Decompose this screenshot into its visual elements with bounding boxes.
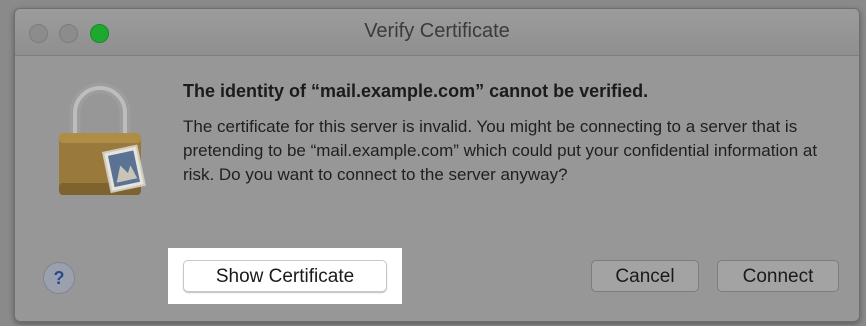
- connect-button[interactable]: Connect: [717, 260, 839, 292]
- title-bar: Verify Certificate: [15, 9, 859, 56]
- dialog-message: The certificate for this server is inval…: [183, 117, 818, 184]
- cancel-button[interactable]: Cancel: [591, 260, 699, 292]
- dialog-heading: The identity of “mail.example.com” canno…: [183, 81, 649, 101]
- padlock-icon: [51, 79, 149, 199]
- help-button[interactable]: ?: [43, 262, 75, 294]
- show-certificate-button[interactable]: Show Certificate: [183, 260, 387, 292]
- mail-stamp-icon: [102, 144, 146, 194]
- window-title: Verify Certificate: [364, 20, 510, 42]
- verify-certificate-dialog: Verify Certificate The identity of “mail…: [14, 8, 860, 322]
